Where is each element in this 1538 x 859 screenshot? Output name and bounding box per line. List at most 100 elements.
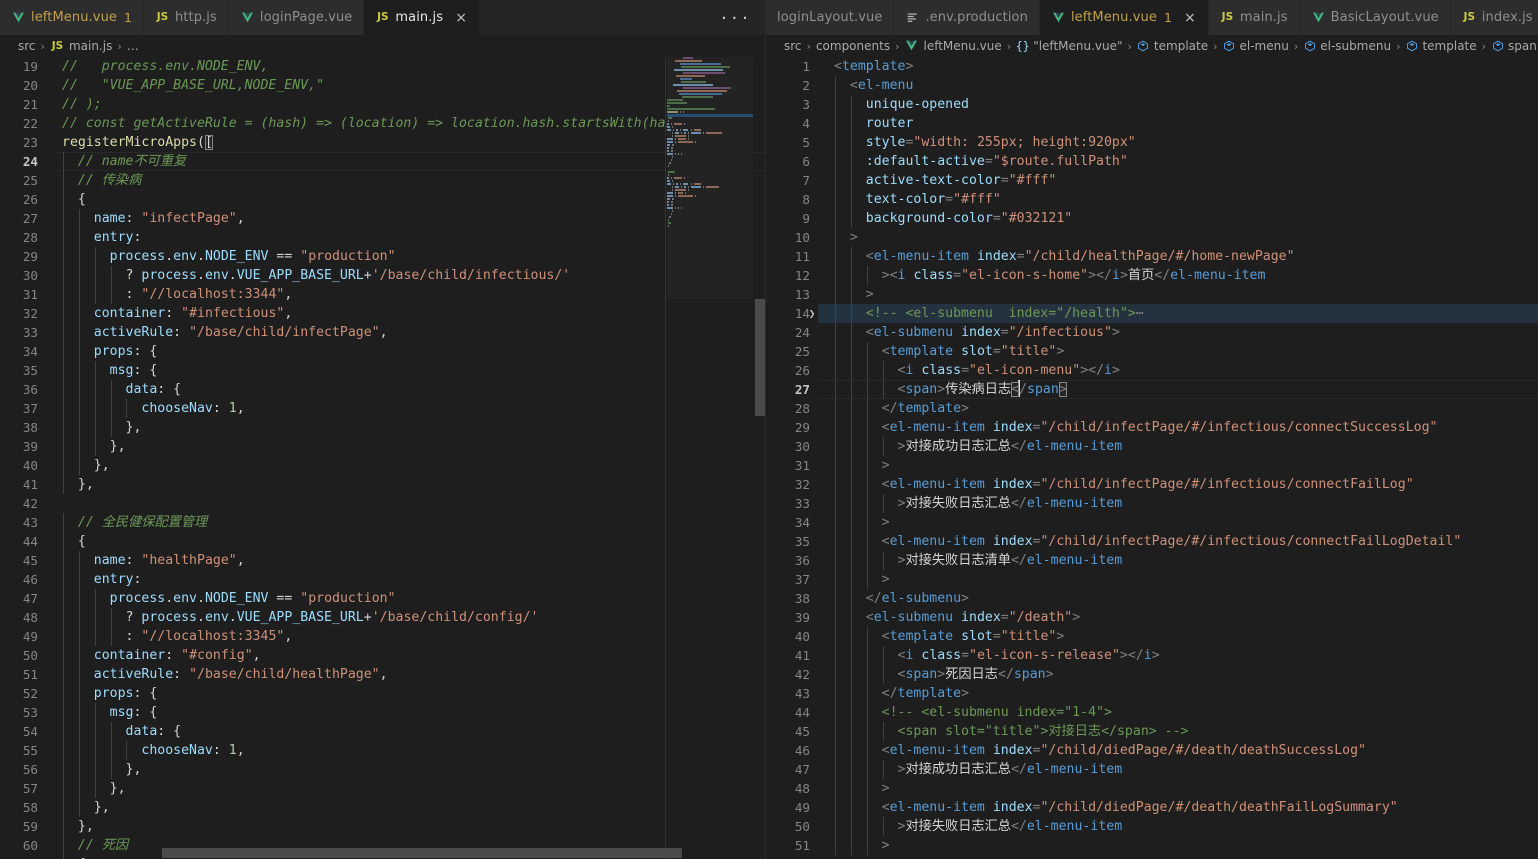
code-line[interactable]: 4 router	[766, 114, 1538, 133]
code-line[interactable]: 27 name: "infectPage",	[0, 209, 765, 228]
breadcrumb-item[interactable]: …	[127, 39, 139, 53]
code-line[interactable]: 46 <el-menu-item index="/child/diedPage/…	[766, 741, 1538, 760]
code-line[interactable]: 42 <span>死因日志</span>	[766, 665, 1538, 684]
code-line[interactable]: 29 process.env.NODE_ENV == "production"	[0, 247, 765, 266]
code-line[interactable]: 45 <span slot="title">对接日志</span> -->	[766, 722, 1538, 741]
code-line[interactable]: 46 entry:	[0, 570, 765, 589]
code-line[interactable]: 50 container: "#config",	[0, 646, 765, 665]
code-line[interactable]: 11 <el-menu-item index="/child/healthPag…	[766, 247, 1538, 266]
code-line[interactable]: 43 // 全民健保配置管理	[0, 513, 765, 532]
code-line[interactable]: 55 chooseNav: 1,	[0, 741, 765, 760]
code-line[interactable]: 38 </el-submenu>	[766, 589, 1538, 608]
minimap-left[interactable]	[667, 57, 753, 859]
breadcrumb-item[interactable]: {} "leftMenu.vue"	[1016, 39, 1123, 53]
code-line[interactable]: 40 <template slot="title">	[766, 627, 1538, 646]
code-line[interactable]: 29 <el-menu-item index="/child/infectPag…	[766, 418, 1538, 437]
code-line[interactable]: 49 <el-menu-item index="/child/diedPage/…	[766, 798, 1538, 817]
editor-tab-env-production[interactable]: .env.production	[894, 0, 1040, 35]
tab-close-icon[interactable]: ×	[1183, 11, 1197, 25]
code-line[interactable]: 30 ? process.env.VUE_APP_BASE_URL+'/base…	[0, 266, 765, 285]
code-line[interactable]: 36 >对接失败日志清单</el-menu-item	[766, 551, 1538, 570]
code-line[interactable]: 20 // "VUE_APP_BASE_URL,NODE_ENV,"	[0, 76, 765, 95]
breadcrumb-item[interactable]: leftMenu.vue	[904, 39, 1002, 54]
vertical-scrollbar-left[interactable]	[753, 57, 765, 859]
editor-tab-loginlayout-vue[interactable]: loginLayout.vue	[766, 0, 895, 35]
code-line[interactable]: 21 // );	[0, 95, 765, 114]
breadcrumb-item[interactable]: components	[816, 39, 890, 53]
code-line[interactable]: 36 data: {	[0, 380, 765, 399]
code-line[interactable]: 24 <el-submenu index="/infectious">	[766, 323, 1538, 342]
code-line[interactable]: 53 msg: {	[0, 703, 765, 722]
horizontal-scrollbar-thumb[interactable]	[162, 848, 682, 858]
code-line[interactable]: 10 >	[766, 228, 1538, 247]
code-line[interactable]: 45 name: "healthPage",	[0, 551, 765, 570]
code-line[interactable]: 30 >对接成功日志汇总</el-menu-item	[766, 437, 1538, 456]
tab-close-icon[interactable]: ×	[454, 11, 468, 25]
horizontal-scrollbar-left[interactable]	[52, 847, 682, 859]
code-line[interactable]: 41 },	[0, 475, 765, 494]
code-line[interactable]: 33 activeRule: "/base/child/infectPage",	[0, 323, 765, 342]
tab-overflow-more-icon[interactable]: ···	[705, 0, 765, 35]
code-line[interactable]: 58 },	[0, 798, 765, 817]
code-line[interactable]: 7 active-text-color="#fff"	[766, 171, 1538, 190]
breadcrumb-item[interactable]: src	[18, 39, 36, 53]
code-line[interactable]: 32 container: "#infectious",	[0, 304, 765, 323]
code-line[interactable]: 44 <!-- <el-submenu index="1-4">	[766, 703, 1538, 722]
minimap-slider[interactable]	[667, 57, 753, 299]
code-line[interactable]: 42	[0, 494, 765, 513]
code-line[interactable]: 48 ? process.env.VUE_APP_BASE_URL+'/base…	[0, 608, 765, 627]
code-line[interactable]: 23 registerMicroApps([	[0, 133, 765, 152]
code-line[interactable]: 56 },	[0, 760, 765, 779]
breadcrumb-item[interactable]: span	[1491, 39, 1537, 53]
editor-tab-index-js[interactable]: JS index.js	[1450, 0, 1538, 35]
code-editor-right[interactable]: 1 <template> 2 <el-menu 3 unique-opened 4 ro…	[766, 57, 1538, 859]
code-line[interactable]: 37 >	[766, 570, 1538, 589]
code-line[interactable]: 1 <template>	[766, 57, 1538, 76]
code-line[interactable]: 5 style="width: 255px; height:920px"	[766, 133, 1538, 152]
code-line[interactable]: 31 >	[766, 456, 1538, 475]
code-line[interactable]: 25 // 传染病	[0, 171, 765, 190]
code-line[interactable]: 9 background-color="#032121"	[766, 209, 1538, 228]
code-line[interactable]: 28 entry:	[0, 228, 765, 247]
code-line[interactable]: 25 <template slot="title">	[766, 342, 1538, 361]
code-line[interactable]: 37 chooseNav: 1,	[0, 399, 765, 418]
code-line[interactable]: 41 <i class="el-icon-s-release"></i>	[766, 646, 1538, 665]
code-line[interactable]: 35 msg: {	[0, 361, 765, 380]
breadcrumb-item[interactable]: el-menu	[1223, 39, 1289, 53]
code-line[interactable]: 48 >	[766, 779, 1538, 798]
code-line[interactable]: 44 {	[0, 532, 765, 551]
breadcrumb-item[interactable]: template	[1405, 39, 1477, 53]
code-line[interactable]: 40 },	[0, 456, 765, 475]
breadcrumb-item[interactable]: el-submenu	[1303, 39, 1391, 53]
code-line[interactable]: 49 : "//localhost:3345",	[0, 627, 765, 646]
editor-tab-loginpage-vue[interactable]: loginPage.vue	[228, 0, 365, 35]
code-line[interactable]: 27 <span>传染病日志</span>	[766, 380, 1538, 399]
breadcrumb-item[interactable]: JS main.js	[50, 39, 113, 54]
code-line[interactable]: 13 >	[766, 285, 1538, 304]
code-line[interactable]: 52 props: {	[0, 684, 765, 703]
code-line[interactable]: 47 >对接成功日志汇总</el-menu-item	[766, 760, 1538, 779]
code-line[interactable]: 22 // const getActiveRule = (hash) => (lo…	[0, 114, 765, 133]
code-line[interactable]: 47 process.env.NODE_ENV == "production"	[0, 589, 765, 608]
editor-tab-http-js[interactable]: JS http.js	[143, 0, 229, 35]
code-line[interactable]: 57 },	[0, 779, 765, 798]
code-line[interactable]: 34 >	[766, 513, 1538, 532]
editor-tab-main-js[interactable]: JS main.js ×	[364, 0, 481, 35]
code-line[interactable]: 59 },	[0, 817, 765, 836]
code-line[interactable]: 26 {	[0, 190, 765, 209]
code-line[interactable]: 34 props: {	[0, 342, 765, 361]
code-line[interactable]: 35 <el-menu-item index="/child/infectPag…	[766, 532, 1538, 551]
editor-tab-basiclayout-vue[interactable]: BasicLayout.vue	[1299, 0, 1451, 35]
code-editor-left[interactable]: 19 // process.env.NODE_ENV, 20 // "VUE_APP_…	[0, 57, 765, 859]
editor-tab-main-js[interactable]: JS main.js	[1208, 0, 1300, 35]
code-line[interactable]: ❯ 14 <!-- <el-submenu index="/health">⋯	[766, 304, 1538, 323]
editor-tab-leftmenu-vue[interactable]: leftMenu.vue 1 ×	[1039, 0, 1209, 35]
code-line[interactable]: 31 : "//localhost:3344",	[0, 285, 765, 304]
code-line[interactable]: 51 >	[766, 836, 1538, 855]
code-line[interactable]: 32 <el-menu-item index="/child/infectPag…	[766, 475, 1538, 494]
code-line[interactable]: 50 >对接失败日志汇总</el-menu-item	[766, 817, 1538, 836]
code-line[interactable]: 3 unique-opened	[766, 95, 1538, 114]
code-line[interactable]: 51 activeRule: "/base/child/healthPage",	[0, 665, 765, 684]
code-line[interactable]: 39 },	[0, 437, 765, 456]
code-line[interactable]: 39 <el-submenu index="/death">	[766, 608, 1538, 627]
